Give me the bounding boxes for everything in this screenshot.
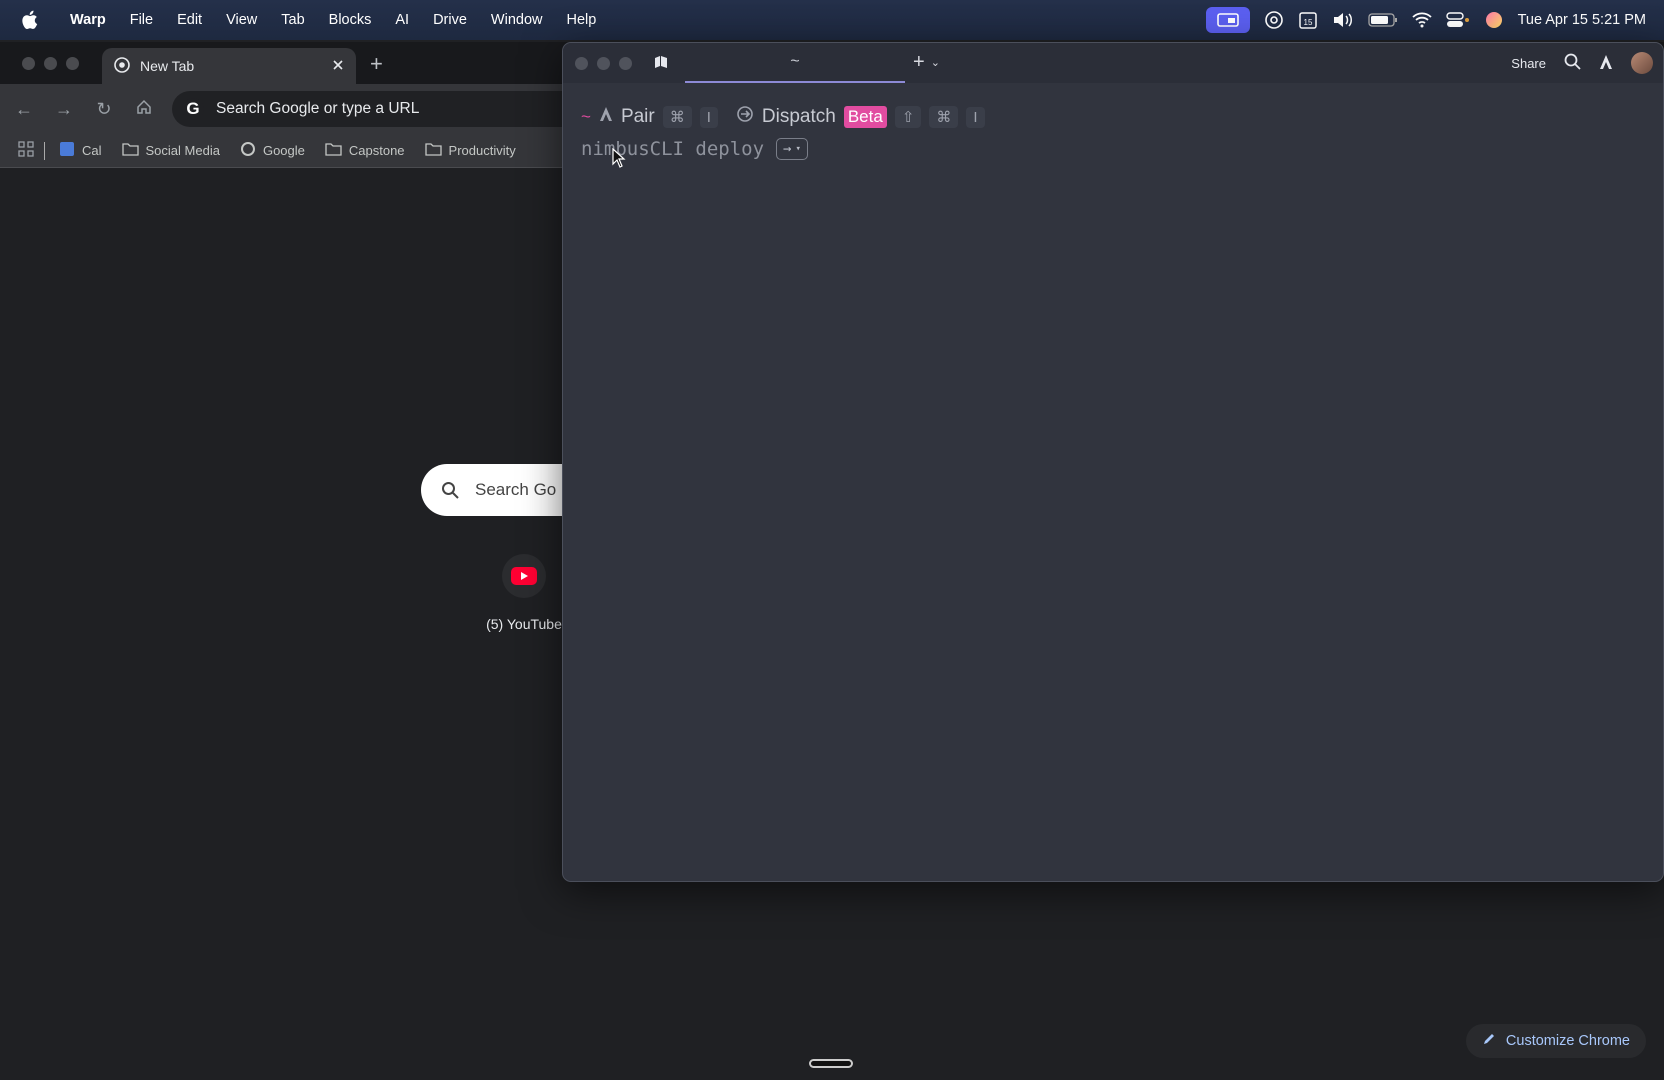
new-session-button[interactable]: + ⌄: [913, 51, 940, 74]
dispatch-mode-label[interactable]: Dispatch: [762, 106, 836, 128]
warp-window-controls: [575, 57, 632, 70]
search-icon: [441, 481, 459, 499]
plus-icon: +: [913, 51, 925, 73]
google-favicon-icon: [240, 141, 256, 160]
bookmark-label: Cal: [82, 143, 102, 158]
at-icon[interactable]: [1264, 10, 1284, 30]
menu-drive[interactable]: Drive: [421, 12, 479, 28]
wifi-icon[interactable]: [1411, 12, 1432, 28]
dispatch-icon: [736, 105, 754, 129]
menu-window[interactable]: Window: [479, 12, 555, 28]
bookmark-cal[interactable]: Cal: [59, 141, 102, 160]
home-icon[interactable]: [124, 99, 164, 120]
battery-icon[interactable]: [1367, 13, 1398, 27]
mouse-cursor-icon: [612, 147, 626, 173]
chrome-tab-new-tab[interactable]: New Tab: [102, 48, 356, 84]
warp-prompt-bar: ~ Pair ⌘ I Dispatch Beta ⇧ ⌘ I: [581, 105, 985, 129]
menu-app-warp[interactable]: Warp: [58, 12, 118, 28]
avatar[interactable]: [1631, 52, 1653, 74]
apps-grid-icon[interactable]: [18, 141, 34, 160]
chevron-down-icon: ▾: [795, 144, 801, 154]
apple-menu-icon[interactable]: [0, 10, 58, 30]
new-tab-plus-icon[interactable]: +: [370, 51, 383, 77]
command-input-text: nimbusCLI deploy: [581, 138, 765, 160]
google-g-icon: G: [182, 98, 204, 120]
siri-icon[interactable]: [1484, 10, 1504, 30]
chrome-logo-icon: [114, 56, 130, 76]
warp-tab-label: ~: [790, 53, 800, 70]
calendar-icon[interactable]: 15: [1298, 10, 1318, 30]
close-window-button[interactable]: [575, 57, 588, 70]
shortcut-label: (5) YouTube: [486, 616, 562, 632]
menu-bar-status-area: 15 Tue Apr 15 5:21 PM: [1205, 0, 1664, 40]
back-arrow-icon[interactable]: ←: [4, 99, 44, 120]
minimize-window-button[interactable]: [44, 57, 57, 70]
dispatch-shortcut-shift: ⇧: [894, 106, 922, 128]
forward-arrow-icon[interactable]: →: [44, 99, 84, 120]
warp-tab-home[interactable]: ~: [685, 43, 905, 83]
zoom-window-button[interactable]: [66, 57, 79, 70]
youtube-icon: [511, 567, 537, 585]
bookmark-label: Social Media: [145, 143, 220, 158]
bookmark-label: Capstone: [348, 143, 405, 158]
menu-edit[interactable]: Edit: [165, 12, 214, 28]
warp-drive-icon[interactable]: [653, 55, 669, 74]
search-placeholder: Search Go: [475, 480, 557, 499]
menu-tab[interactable]: Tab: [269, 12, 316, 28]
menu-bar-clock[interactable]: Tue Apr 15 5:21 PM: [1518, 12, 1646, 28]
window-resize-handle[interactable]: [809, 1059, 853, 1068]
folder-icon: [121, 142, 139, 159]
bookmark-google[interactable]: Google: [240, 141, 305, 160]
search-icon[interactable]: [1564, 53, 1581, 73]
warp-logo-icon[interactable]: [1599, 54, 1613, 73]
pair-mode-icon: [599, 106, 613, 128]
run-command-chip[interactable]: → ▾: [776, 138, 808, 160]
bookmark-social-media[interactable]: Social Media: [121, 142, 220, 159]
dispatch-shortcut-cmd: ⌘: [929, 106, 959, 128]
chrome-window-controls: [22, 57, 79, 70]
tab-title: New Tab: [140, 58, 195, 74]
share-button[interactable]: Share: [1511, 56, 1546, 71]
bookmark-capstone[interactable]: Capstone: [325, 142, 405, 159]
beta-badge: Beta: [843, 106, 887, 128]
dispatch-shortcut-key: I: [966, 106, 985, 128]
customize-chrome-button[interactable]: Customize Chrome: [1465, 1024, 1646, 1058]
folder-icon: [424, 142, 442, 159]
bookmark-productivity[interactable]: Productivity: [424, 142, 516, 159]
chevron-down-icon[interactable]: ⌄: [931, 56, 940, 69]
zoom-window-button[interactable]: [619, 57, 632, 70]
menu-ai[interactable]: AI: [383, 12, 421, 28]
warp-title-bar: ~ + ⌄ Share: [563, 43, 1663, 83]
control-center-icon[interactable]: [1445, 12, 1470, 28]
volume-icon[interactable]: [1332, 11, 1354, 29]
address-bar-placeholder: Search Google or type a URL: [216, 100, 420, 117]
menu-view[interactable]: View: [214, 12, 269, 28]
pair-shortcut-key: I: [699, 106, 718, 128]
tilde-prompt-icon: ~: [581, 107, 591, 126]
warp-window: ~ + ⌄ Share ~ Pair ⌘ I Dispatch Beta ⇧ ⌘…: [562, 42, 1664, 882]
pair-shortcut-cmd: ⌘: [662, 106, 692, 128]
menu-help[interactable]: Help: [555, 12, 609, 28]
menu-blocks[interactable]: Blocks: [317, 12, 384, 28]
bookmark-label: Productivity: [448, 143, 516, 158]
pair-mode-label[interactable]: Pair: [621, 106, 655, 128]
menu-file[interactable]: File: [118, 12, 165, 28]
close-window-button[interactable]: [22, 57, 35, 70]
minimize-window-button[interactable]: [597, 57, 610, 70]
run-arrow-icon: →: [783, 141, 792, 157]
reload-icon[interactable]: ↻: [84, 99, 124, 120]
calendar-favicon-icon: [59, 141, 75, 160]
macos-menu-bar: Warp File Edit View Tab Blocks AI Drive …: [0, 0, 1664, 40]
shortcut-youtube[interactable]: (5) YouTube: [476, 554, 572, 632]
bookmarks-divider: [44, 141, 45, 160]
bookmark-label: Google: [262, 143, 305, 158]
warp-title-actions: Share: [1511, 43, 1653, 83]
close-tab-icon[interactable]: [332, 58, 344, 74]
pencil-icon: [1482, 1032, 1496, 1050]
svg-text:15: 15: [1303, 18, 1312, 27]
shortcut-tile: [502, 554, 546, 598]
folder-icon: [325, 142, 342, 159]
customize-chrome-label: Customize Chrome: [1505, 1033, 1630, 1049]
screen-mirroring-icon[interactable]: [1205, 7, 1250, 33]
